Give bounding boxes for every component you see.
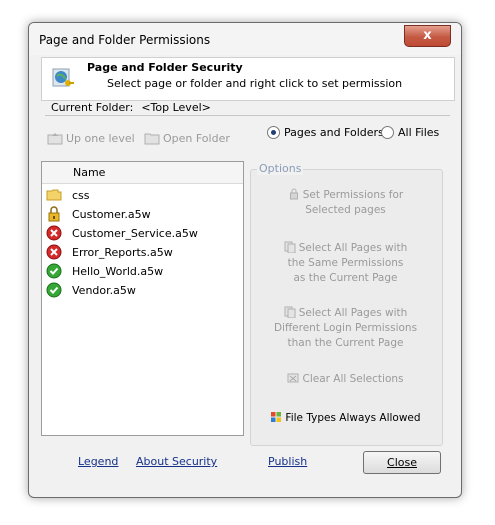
divider [45, 115, 450, 116]
up-folder-icon [47, 133, 63, 145]
title-bar: Page and Folder Permissions x [29, 23, 461, 55]
lock-icon [48, 206, 60, 222]
column-header-label: Name [73, 166, 106, 179]
current-folder-label: Current Folder: [51, 101, 134, 114]
list-item[interactable]: Error_Reports.a5w [46, 243, 173, 261]
select-same-line2: the Same Permissions [287, 257, 404, 269]
select-different-line1: Select All Pages with [298, 307, 408, 319]
list-item[interactable]: Hello_World.a5w [46, 262, 163, 280]
file-types-button[interactable]: File Types Always Allowed [257, 411, 434, 426]
header-title: Page and Folder Security [87, 61, 243, 74]
list-item[interactable]: css [46, 186, 90, 204]
check-icon [46, 282, 62, 298]
open-folder-icon [144, 133, 160, 145]
select-different-line3: than the Current Page [287, 337, 404, 349]
set-permissions-line1: Set Permissions for [302, 189, 404, 201]
options-label: Options [257, 162, 304, 175]
pages-icon [284, 306, 296, 318]
list-item[interactable]: Customer.a5w [46, 205, 151, 223]
list-item-label: Hello_World.a5w [72, 264, 164, 278]
close-button[interactable]: Close [363, 451, 441, 474]
permissions-dialog: Page and Folder Permissions x Page and F… [28, 22, 462, 498]
set-permissions-button[interactable]: Set Permissions for Selected pages [257, 188, 434, 218]
close-button-label: Close [387, 456, 417, 469]
error-icon [46, 225, 62, 241]
lock-icon [289, 188, 298, 200]
current-folder-value: <Top Level> [141, 101, 211, 114]
header-subtitle: Select page or folder and right click to… [107, 77, 403, 90]
select-same-line3: as the Current Page [293, 272, 398, 284]
list-item-label: Vendor.a5w [72, 283, 136, 297]
select-same-permissions-button[interactable]: Select All Pages with the Same Permissio… [257, 241, 434, 286]
legend-link[interactable]: Legend [78, 455, 118, 468]
up-one-level-button[interactable]: Up one level [47, 131, 135, 145]
window-close-button[interactable]: x [404, 25, 451, 47]
up-one-level-label: Up one level [66, 131, 135, 145]
pages-icon [284, 241, 296, 253]
open-folder-label: Open Folder [163, 131, 230, 145]
clear-icon [287, 373, 299, 383]
radio-all-files-label: All Files [398, 126, 440, 139]
clear-selections-label: Clear All Selections [302, 373, 404, 385]
select-same-line1: Select All Pages with [298, 242, 408, 254]
dialog-header: Page and Folder Security Select page or … [41, 57, 455, 101]
check-icon [46, 263, 62, 279]
list-item-label: Error_Reports.a5w [72, 245, 173, 259]
windows-logo-icon [271, 412, 282, 422]
select-different-permissions-button[interactable]: Select All Pages with Different Login Pe… [257, 306, 434, 351]
list-item-label: css [72, 188, 90, 202]
clear-selections-button[interactable]: Clear All Selections [257, 372, 434, 387]
list-item-label: Customer.a5w [72, 207, 151, 221]
column-header-name[interactable]: Name [42, 162, 243, 184]
radio-all-files[interactable]: All Files [381, 126, 439, 139]
open-folder-button[interactable]: Open Folder [144, 131, 230, 145]
list-item[interactable]: Customer_Service.a5w [46, 224, 198, 242]
list-item[interactable]: Vendor.a5w [46, 281, 136, 299]
select-different-line2: Different Login Permissions [273, 322, 418, 334]
set-permissions-line2: Selected pages [305, 204, 386, 216]
radio-selected-indicator [267, 126, 280, 139]
current-folder: Current Folder: <Top Level> [51, 101, 211, 114]
radio-pages-and-folders[interactable]: Pages and Folders [267, 126, 384, 139]
file-types-label: File Types Always Allowed [285, 412, 421, 424]
security-globe-icon [52, 68, 74, 87]
folder-icon [46, 189, 62, 201]
list-item-label: Customer_Service.a5w [72, 226, 198, 240]
error-icon [46, 244, 62, 260]
radio-pages-and-folders-label: Pages and Folders [284, 126, 384, 139]
window-title: Page and Folder Permissions [39, 33, 211, 47]
publish-link[interactable]: Publish [268, 455, 307, 468]
file-list[interactable]: Name css Customer.a5w Customer_Service.a… [41, 161, 244, 436]
about-security-link[interactable]: About Security [136, 455, 217, 468]
radio-indicator [381, 126, 394, 139]
